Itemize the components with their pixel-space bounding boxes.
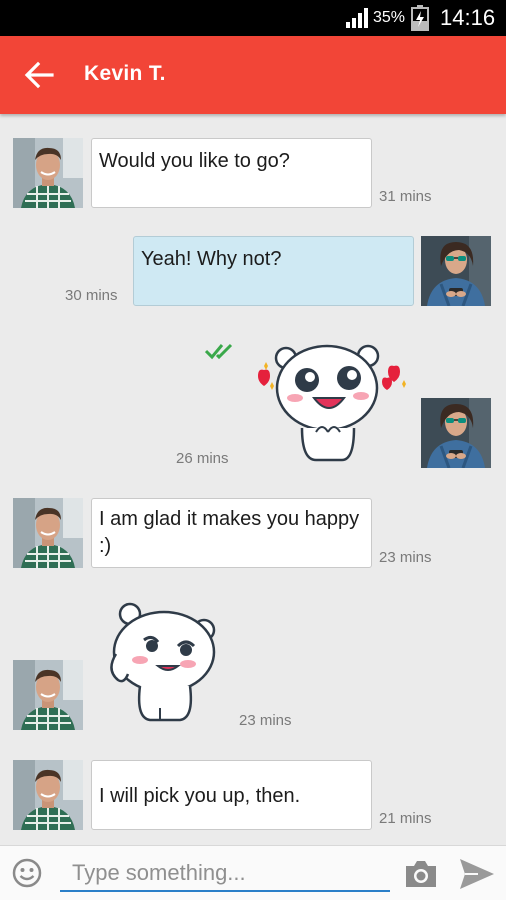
contact-avatar[interactable] xyxy=(13,760,83,830)
message-text: I am glad it makes you happy :) xyxy=(99,508,360,557)
message-time: 23 mins xyxy=(379,549,432,566)
bear-sticker-hearts[interactable] xyxy=(250,342,410,462)
message-text: Would you like to go? xyxy=(99,150,290,172)
app-bar: Kevin T. xyxy=(0,36,506,114)
contact-avatar[interactable] xyxy=(13,138,83,208)
incoming-message-bubble[interactable]: I will pick you up, then. xyxy=(91,760,372,830)
my-avatar[interactable] xyxy=(421,398,491,468)
status-bar: 35% 14:16 xyxy=(0,0,506,36)
message-composer xyxy=(0,845,506,900)
arrow-left-icon[interactable] xyxy=(22,58,56,92)
incoming-message-bubble[interactable]: I am glad it makes you happy :) xyxy=(91,498,372,568)
message-input[interactable] xyxy=(60,856,390,892)
contact-name[interactable]: Kevin T. xyxy=(84,62,166,86)
message-time: 31 mins xyxy=(379,188,432,205)
message-time: 23 mins xyxy=(239,712,292,729)
message-text: Yeah! Why not? xyxy=(141,248,282,270)
status-clock: 14:16 xyxy=(440,5,496,30)
contact-avatar[interactable] xyxy=(13,498,83,568)
message-text: I will pick you up, then. xyxy=(99,785,301,807)
battery-percent: 35% xyxy=(373,9,406,26)
message-time: 26 mins xyxy=(176,450,229,467)
camera-icon[interactable] xyxy=(403,858,439,890)
signal-icon xyxy=(346,8,368,28)
bear-sticker-blushing[interactable] xyxy=(100,600,220,725)
incoming-message-bubble[interactable]: Would you like to go? xyxy=(91,138,372,208)
contact-avatar[interactable] xyxy=(13,660,83,730)
double-check-icon xyxy=(205,343,233,360)
outgoing-message-bubble[interactable]: Yeah! Why not? xyxy=(133,236,414,306)
smiley-icon[interactable] xyxy=(11,857,43,889)
my-avatar[interactable] xyxy=(421,236,491,306)
battery-charging-icon xyxy=(411,5,429,31)
send-icon[interactable] xyxy=(458,857,496,891)
message-time: 30 mins xyxy=(65,287,118,304)
message-time: 21 mins xyxy=(379,810,432,827)
